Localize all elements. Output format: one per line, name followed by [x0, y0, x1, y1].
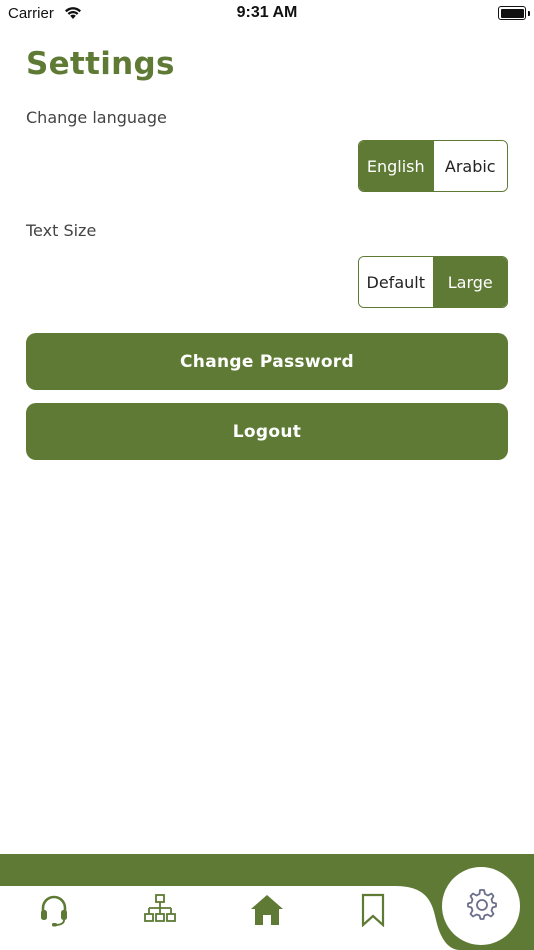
- status-time: 9:31 AM: [236, 4, 298, 21]
- home-icon: [249, 893, 285, 931]
- status-bar: Carrier 9:31 AM: [0, 0, 534, 28]
- tab-bookmarks[interactable]: [349, 890, 397, 934]
- bookmark-icon: [359, 893, 387, 931]
- logout-button[interactable]: Logout: [26, 403, 508, 460]
- tab-settings[interactable]: [442, 867, 520, 945]
- org-chart-icon: [143, 893, 177, 931]
- tab-organization[interactable]: [136, 890, 184, 934]
- language-segmented-control: English Arabic: [358, 140, 508, 192]
- language-option-english[interactable]: English: [359, 141, 433, 191]
- change-password-button[interactable]: Change Password: [26, 333, 508, 390]
- tab-home[interactable]: [243, 890, 291, 934]
- text-size-option-default[interactable]: Default: [359, 257, 433, 307]
- headset-icon: [37, 893, 71, 931]
- page-title: Settings: [26, 46, 175, 82]
- language-option-arabic[interactable]: Arabic: [432, 141, 507, 191]
- text-size-label: Text Size: [26, 221, 97, 240]
- tab-support[interactable]: [30, 890, 78, 934]
- settings-screen: Carrier 9:31 AM Settings Change language…: [0, 0, 534, 950]
- language-label: Change language: [26, 108, 167, 127]
- battery-icon: [498, 6, 530, 20]
- gear-icon: [464, 887, 498, 925]
- text-size-option-large[interactable]: Large: [432, 257, 507, 307]
- text-size-segmented-control: Default Large: [358, 256, 508, 308]
